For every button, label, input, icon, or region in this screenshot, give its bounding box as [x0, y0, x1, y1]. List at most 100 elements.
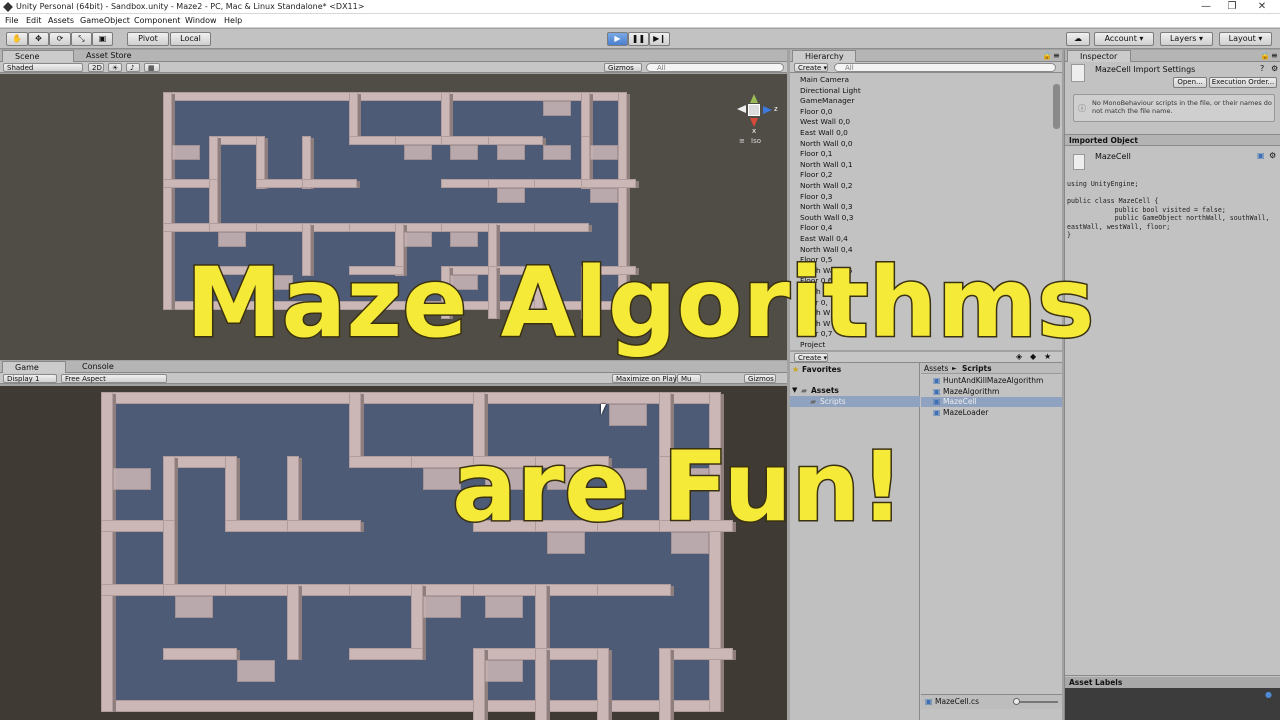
pivot-toggle[interactable]: Pivot: [127, 32, 169, 46]
pivot-label: Pivot: [138, 34, 158, 43]
rect-tool-icon[interactable]: ▣: [92, 32, 113, 46]
gizmo-left-arrow-icon: [737, 105, 746, 113]
maze-floor-tile: [450, 145, 478, 160]
panel-menu-icon[interactable]: ≡: [1053, 51, 1060, 60]
hierarchy-item[interactable]: South Wall 0,3: [800, 213, 853, 222]
hierarchy-search-input[interactable]: All: [834, 63, 1056, 72]
project-file-label: MazeCell: [943, 397, 977, 406]
hierarchy-item[interactable]: East Wall 0,0: [800, 128, 848, 137]
inspector-menu-icon[interactable]: ≡: [1271, 51, 1278, 60]
hierarchy-item[interactable]: North Wall 0,0: [800, 139, 853, 148]
lock-icon[interactable]: 🔒: [1042, 51, 1052, 60]
menu-file[interactable]: File: [5, 16, 18, 25]
project-file-row[interactable]: ▣ HuntAndKillMazeAlgorithm: [921, 376, 1062, 386]
project-file-row[interactable]: ▣ MazeCell: [921, 397, 1062, 407]
menu-help[interactable]: Help: [224, 16, 242, 25]
maze-wall: [287, 520, 361, 532]
mute-toggle[interactable]: Mu: [677, 374, 701, 383]
favorites-label[interactable]: Favorites: [802, 365, 841, 374]
hand-tool-icon[interactable]: ✋: [6, 32, 28, 46]
tab-asset-store[interactable]: Asset Store: [74, 50, 154, 62]
assets-expand-icon[interactable]: ▼: [792, 386, 797, 394]
settings-gear-icon[interactable]: ⚙: [1271, 64, 1278, 73]
menu-component[interactable]: Component: [134, 16, 180, 25]
hierarchy-create-dropdown[interactable]: Create ▾: [794, 63, 828, 72]
hierarchy-tabs: Hierarchy 🔒 ≡: [790, 50, 1062, 62]
menu-edit[interactable]: Edit: [26, 16, 42, 25]
hierarchy-item[interactable]: Floor 0,1: [800, 149, 833, 158]
shading-dropdown[interactable]: Shaded: [3, 63, 83, 72]
maze-wall-shadow: [237, 650, 240, 660]
local-toggle[interactable]: Local: [170, 32, 211, 46]
hierarchy-item[interactable]: Floor 0,2: [800, 170, 833, 179]
close-button[interactable]: ✕: [1244, 0, 1280, 14]
assets-folder-label[interactable]: Assets: [811, 386, 839, 395]
object-help-icon[interactable]: ▣: [1257, 151, 1265, 160]
effects-toggle-icon[interactable]: ▦: [144, 63, 160, 72]
hierarchy-item[interactable]: Floor 0,3: [800, 192, 833, 201]
hierarchy-item[interactable]: Floor 0,0: [800, 107, 833, 116]
scene-gizmos-dropdown[interactable]: Gizmos: [604, 63, 642, 72]
hierarchy-item[interactable]: Main Camera: [800, 75, 849, 84]
hierarchy-item[interactable]: North Wall 0,2: [800, 181, 853, 190]
move-tool-icon[interactable]: ✥: [28, 32, 49, 46]
scripts-folder-row[interactable]: ▰ Scripts: [790, 396, 920, 407]
layout-dropdown[interactable]: Layout ▾: [1219, 32, 1272, 46]
tab-game[interactable]: Game: [2, 361, 66, 373]
object-name-label: MazeCell: [1095, 152, 1131, 161]
scale-tool-icon[interactable]: ⤡: [71, 32, 92, 46]
tab-inspector[interactable]: Inspector: [1067, 50, 1131, 62]
pause-button[interactable]: ❚❚: [628, 32, 649, 46]
menu-bar: File Edit Assets GameObject Component Wi…: [0, 14, 1280, 28]
scene-gizmo[interactable]: z x Iso ≡: [735, 94, 778, 146]
hierarchy-item[interactable]: GameManager: [800, 96, 854, 105]
execution-order-button[interactable]: Execution Order...: [1209, 77, 1277, 88]
help-icon[interactable]: ?: [1260, 64, 1264, 73]
project-file-row[interactable]: ▣ MazeLoader: [921, 408, 1062, 418]
tab-hierarchy[interactable]: Hierarchy: [792, 50, 856, 62]
cloud-icon[interactable]: ☁: [1066, 32, 1090, 46]
scene-search-input[interactable]: All: [646, 63, 784, 72]
account-dropdown[interactable]: Account ▾: [1094, 32, 1154, 46]
hierarchy-item[interactable]: West Wall 0,0: [800, 117, 850, 126]
icon-size-slider[interactable]: [1014, 701, 1058, 703]
maze-floor-tile: [450, 232, 478, 247]
aspect-dropdown[interactable]: Free Aspect: [61, 374, 167, 383]
breadcrumb-assets[interactable]: Assets: [924, 364, 948, 373]
audio-toggle-icon[interactable]: ♪: [126, 63, 140, 72]
rotate-tool-icon[interactable]: ⟳: [49, 32, 71, 46]
maze-floor-tile: [218, 232, 246, 247]
hierarchy-item[interactable]: North Wall 0,1: [800, 160, 853, 169]
display-dropdown[interactable]: Display 1: [3, 374, 57, 383]
play-button[interactable]: ▶: [607, 32, 628, 46]
game-gizmos-dropdown[interactable]: Gizmos: [744, 374, 776, 383]
hierarchy-item[interactable]: North Wall 0,3: [800, 202, 853, 211]
maximize-on-play-toggle[interactable]: Maximize on Play: [612, 374, 677, 383]
step-button[interactable]: ▶❙: [649, 32, 670, 46]
menu-gameobject[interactable]: GameObject: [80, 16, 130, 25]
object-gear-icon[interactable]: ⚙: [1269, 151, 1276, 160]
hierarchy-item[interactable]: Directional Light: [800, 86, 861, 95]
light-toggle-icon[interactable]: ☀: [108, 63, 122, 72]
layers-dropdown[interactable]: Layers ▾: [1160, 32, 1213, 46]
gizmo-x-arrow-icon: [750, 118, 758, 127]
breadcrumb: Assets ► Scripts: [921, 363, 1062, 374]
asset-bundle-icon[interactable]: ●: [1265, 690, 1272, 699]
scripts-folder-label: Scripts: [820, 397, 846, 406]
2d-toggle[interactable]: 2D: [88, 63, 104, 72]
icon-size-slider-handle[interactable]: [1013, 698, 1020, 705]
menu-assets[interactable]: Assets: [48, 16, 74, 25]
hierarchy-item[interactable]: East Wall 0,4: [800, 234, 848, 243]
assets-folder-icon: ▰: [801, 386, 808, 395]
gizmo-y-arrow-icon: [750, 94, 758, 103]
open-button[interactable]: Open...: [1173, 77, 1207, 88]
hierarchy-scrollbar[interactable]: [1053, 84, 1060, 129]
inspector-lock-icon[interactable]: 🔒: [1260, 51, 1270, 60]
menu-window[interactable]: Window: [185, 16, 217, 25]
tab-scene[interactable]: Scene: [2, 50, 74, 62]
project-file-row[interactable]: ▣ MazeAlgorithm: [921, 387, 1062, 397]
hierarchy-item[interactable]: Floor 0,4: [800, 223, 833, 232]
breadcrumb-scripts[interactable]: Scripts: [962, 364, 992, 373]
maze-wall-shadow: [589, 225, 592, 232]
tab-console[interactable]: Console: [70, 361, 140, 373]
